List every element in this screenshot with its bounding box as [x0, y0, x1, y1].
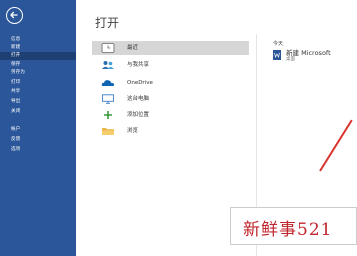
menu-item-save-as[interactable]: 另存为: [0, 69, 76, 77]
menu-item-new[interactable]: 新建: [0, 44, 76, 52]
file-path: 桌面: [286, 57, 295, 62]
location-label: 与我共享: [127, 62, 150, 68]
menu-item-share[interactable]: 共享: [0, 88, 76, 96]
menu-item-export[interactable]: 导出: [0, 98, 76, 106]
menu-item-options[interactable]: 选项: [0, 146, 76, 154]
recent-file-item[interactable]: 新建 Microsoft 桌面: [273, 49, 357, 65]
menu-item-print[interactable]: 打印: [0, 79, 76, 87]
location-onedrive[interactable]: OneDrive: [92, 76, 249, 90]
back-button[interactable]: [6, 7, 23, 24]
location-label: 浏览: [127, 128, 139, 134]
location-label: 添加位置: [127, 112, 150, 118]
word-document-icon: [273, 50, 281, 60]
recent-group-label: 今天: [273, 41, 284, 47]
location-shared-with-me[interactable]: 与我共享: [92, 58, 249, 72]
menu-item-account[interactable]: 帐户: [0, 126, 76, 134]
page-title: 打开: [95, 16, 120, 30]
cloud-icon: [101, 80, 115, 86]
location-add-place[interactable]: 添加位置: [92, 108, 249, 122]
watermark-line: [319, 119, 353, 172]
location-label: OneDrive: [127, 80, 153, 86]
plus-icon: [104, 111, 112, 119]
location-browse[interactable]: 浏览: [92, 124, 249, 138]
menu-item-close[interactable]: 关闭: [0, 108, 76, 116]
location-label: 这台电脑: [127, 96, 150, 102]
menu-item-feedback[interactable]: 反馈: [0, 136, 76, 144]
menu-item-info[interactable]: 信息: [0, 36, 76, 44]
folder-icon: [102, 128, 114, 135]
file-name: 新建 Microsoft: [286, 49, 331, 57]
watermark-text: 新鲜事521: [243, 220, 333, 240]
location-label: 最近: [127, 45, 139, 51]
backstage-sidebar: 信息 新建 打开 保存 另存为 打印 共享 导出 关闭 帐户 反馈 选项: [0, 0, 76, 256]
menu-item-save[interactable]: 保存: [0, 61, 76, 69]
location-this-pc[interactable]: 这台电脑: [92, 92, 249, 106]
computer-icon: [102, 94, 114, 104]
back-arrow-icon: [10, 11, 18, 19]
menu-item-open[interactable]: 打开: [0, 52, 76, 60]
people-icon: [102, 61, 114, 69]
clock-icon: [101, 43, 115, 53]
location-recent[interactable]: 最近: [92, 41, 249, 55]
watermark: 新鲜事521: [230, 207, 357, 245]
